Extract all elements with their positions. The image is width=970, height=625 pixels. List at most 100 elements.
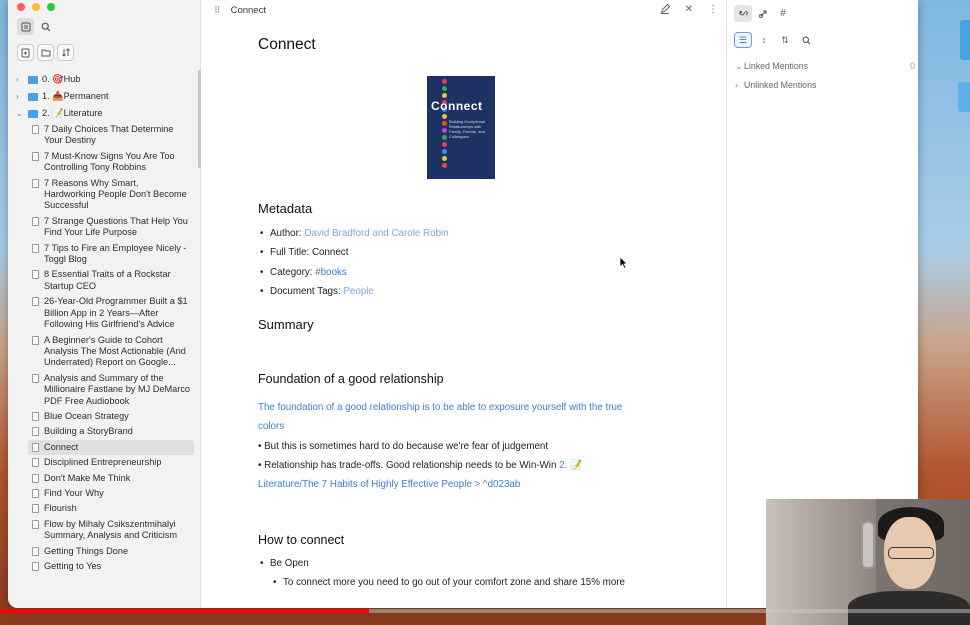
file-item[interactable]: Find Your Why: [8, 486, 198, 501]
document-icon: [32, 335, 39, 345]
list-item: Author: David Bradford and Carole Robin: [258, 227, 668, 246]
file-explorer-tab[interactable]: [17, 18, 34, 35]
document-icon: [32, 442, 39, 452]
folder-literature[interactable]: ⌄ 2. 📝Literature: [8, 105, 198, 122]
note-title: Connect: [258, 36, 316, 53]
sort-button[interactable]: [57, 44, 74, 61]
list-item-nested: To connect more you need to go out of yo…: [258, 576, 668, 595]
file-item[interactable]: Analysis and Summary of the Millionaire …: [8, 371, 198, 409]
document-icon: [32, 297, 39, 307]
file-item[interactable]: Flow by Mihaly Csikszentmihalyi Summary,…: [8, 517, 198, 544]
file-item[interactable]: 26-Year-Old Programmer Built a $1 Billio…: [8, 294, 198, 332]
zoom-window-button[interactable]: [47, 3, 55, 11]
sort-button[interactable]: ⇅: [776, 32, 794, 48]
close-window-button[interactable]: [17, 3, 25, 11]
folder-hub[interactable]: › 0. 🎯Hub: [8, 71, 198, 88]
file-item[interactable]: 7 Reasons Why Smart, Hardworking People …: [8, 176, 198, 214]
desktop-icon[interactable]: [958, 82, 970, 112]
chevron-down-icon: ⌄: [735, 61, 743, 71]
document-icon: [32, 270, 39, 280]
backlinks-tab[interactable]: [734, 5, 752, 22]
new-folder-icon: [41, 49, 50, 57]
file-label: Don't Make Me Think: [44, 472, 131, 483]
window-controls: [17, 3, 55, 11]
tags-label: Document Tags:: [270, 285, 341, 297]
foundation-bullet: • But this is sometimes hard to do becau…: [258, 440, 549, 452]
video-progress-bar[interactable]: [0, 609, 970, 613]
edit-icon[interactable]: [660, 3, 670, 17]
more-options-icon[interactable]: ⋮: [708, 4, 718, 17]
tags-tab[interactable]: #: [774, 5, 792, 22]
file-item[interactable]: Getting to Yes: [8, 559, 198, 574]
close-icon[interactable]: ✕: [685, 4, 693, 17]
linked-mentions-count: 0: [910, 61, 915, 71]
file-item[interactable]: Disciplined Entrepreneurship: [8, 455, 198, 470]
minimize-window-button[interactable]: [32, 3, 40, 11]
outgoing-links-tab[interactable]: [754, 5, 772, 22]
folder-view-icon: [21, 22, 30, 31]
highlight-link[interactable]: The foundation of a good relationship is…: [258, 398, 668, 417]
document-icon: [32, 546, 39, 556]
author-link[interactable]: David Bradford and Carole Robin: [304, 228, 448, 239]
file-tree: › 0. 🎯Hub › 1. 📥Permanent ⌄ 2. 📝Literatu…: [8, 71, 198, 574]
how-list: Be Open To connect more you need to go o…: [258, 557, 668, 596]
file-item[interactable]: Flourish: [8, 501, 198, 516]
cover-dots: [442, 79, 447, 168]
file-item[interactable]: 8 Essential Traits of a Rockstar Startup…: [8, 267, 198, 294]
file-label: Find Your Why: [44, 487, 104, 498]
tab-header: ⠿ Connect: [201, 0, 726, 20]
video-progress-fill: [0, 609, 369, 613]
document-icon: [32, 473, 39, 483]
file-item[interactable]: Getting Things Done: [8, 544, 198, 559]
author-label: Author:: [270, 228, 302, 239]
file-explorer-toolbar: [17, 44, 74, 61]
list-item: Be Open: [258, 557, 668, 576]
file-item[interactable]: Building a StoryBrand: [8, 424, 198, 439]
document-icon: [32, 216, 39, 226]
sort-icon: ⇅: [781, 34, 789, 45]
file-label: Getting Things Done: [44, 545, 129, 556]
list-item: Document Tags: People: [258, 285, 668, 304]
highlight-link-cont[interactable]: colors: [258, 417, 668, 436]
desktop-icon[interactable]: [960, 20, 970, 60]
folder-permanent[interactable]: › 1. 📥Permanent: [8, 88, 198, 105]
search-filter-button[interactable]: [797, 32, 815, 48]
sidebar-view-switcher: [17, 18, 54, 35]
glasses: [888, 547, 934, 559]
chevron-right-icon: ›: [16, 75, 19, 84]
document-icon: [32, 125, 39, 134]
linked-mentions-header[interactable]: ⌄ Linked Mentions 0: [735, 61, 915, 72]
file-item-selected[interactable]: Connect: [28, 439, 194, 456]
full-title-value: Connect: [311, 247, 349, 259]
new-note-button[interactable]: [17, 44, 34, 61]
collapse-results-button[interactable]: ☰: [734, 32, 752, 48]
file-item[interactable]: 7 Daily Choices That Determine Your Dest…: [8, 122, 198, 149]
document-tag-link[interactable]: People: [343, 286, 374, 297]
folder-label: 2. 📝Literature: [42, 108, 103, 118]
internal-link-cont[interactable]: Literature/The 7 Habits of Highly Effect…: [258, 475, 668, 494]
document-icon: [32, 178, 39, 188]
category-tag[interactable]: #books: [315, 267, 347, 278]
chevron-right-icon: ›: [16, 92, 19, 101]
tab-title[interactable]: Connect: [231, 5, 266, 16]
internal-link[interactable]: 2. 📝: [559, 460, 582, 471]
file-item[interactable]: Blue Ocean Strategy: [8, 409, 198, 424]
document-icon: [32, 427, 39, 437]
how-to-connect-heading: How to connect: [258, 532, 345, 547]
file-item[interactable]: A Beginner's Guide to Cohort Analysis Th…: [8, 333, 198, 371]
file-label: A Beginner's Guide to Cohort Analysis Th…: [44, 334, 186, 368]
show-more-context-button[interactable]: ↕: [755, 32, 773, 48]
new-folder-button[interactable]: [37, 44, 54, 61]
metadata-heading: Metadata: [258, 201, 313, 216]
file-item[interactable]: 7 Must-Know Signs You Are Too Controllin…: [8, 149, 198, 176]
foundation-heading: Foundation of a good relationship: [258, 372, 444, 387]
file-item[interactable]: 7 Tips to Fire an Employee Nicely - Togg…: [8, 241, 198, 268]
note-content[interactable]: Connect Connect Building Exceptional Rel…: [258, 36, 668, 595]
drag-handle-icon[interactable]: ⠿: [214, 5, 221, 16]
search-tab[interactable]: [37, 18, 54, 35]
unlinked-mentions-header[interactable]: › Unlinked Mentions: [735, 80, 915, 90]
file-item[interactable]: 7 Strange Questions That Help You Find Y…: [8, 214, 198, 241]
document-icon: [32, 151, 39, 161]
file-item[interactable]: Don't Make Me Think: [8, 471, 198, 486]
file-label: Disciplined Entrepreneurship: [44, 457, 162, 468]
